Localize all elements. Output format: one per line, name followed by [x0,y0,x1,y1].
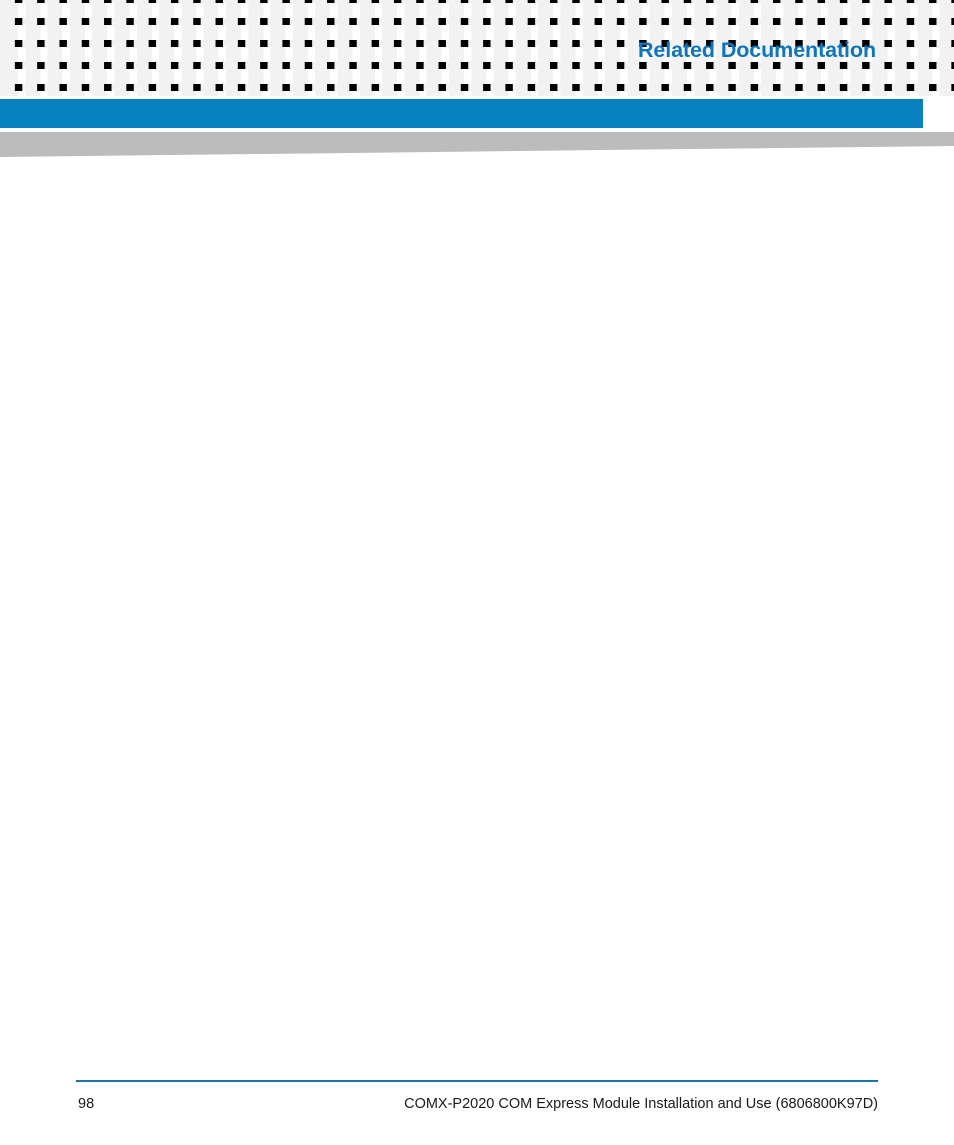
footer-rule [76,1080,878,1082]
page-title: Related Documentation [637,38,876,62]
gray-swoosh-shape [0,132,954,157]
header-blue-bar [0,99,923,128]
page-body [78,175,876,1050]
footer-page-number: 98 [78,1096,95,1112]
page-footer: 98 COMX-P2020 COM Express Module Install… [76,1080,878,1126]
footer-document-title: COMX-P2020 COM Express Module Installati… [404,1096,878,1112]
header-gray-swoosh [0,132,954,160]
